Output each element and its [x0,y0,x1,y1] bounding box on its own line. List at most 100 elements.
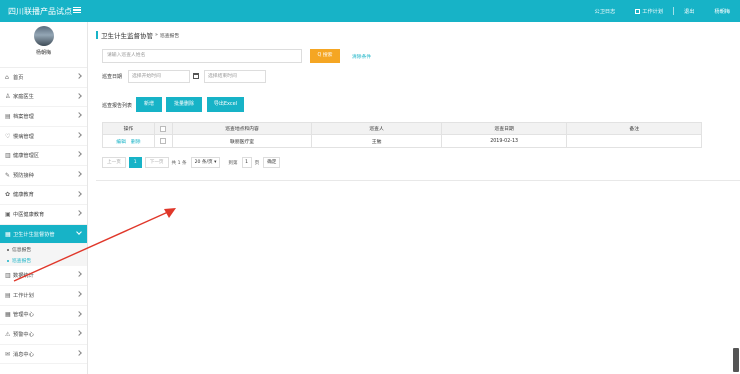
sidebar-username: 杨朝梅 [35,50,51,56]
breadcrumb: 卫生计生监督协管 » 巡查报告 [96,30,179,40]
chevron-right-icon [76,210,82,216]
calendar-icon [635,8,641,14]
records-icon: ▤ [5,112,11,120]
search-button[interactable]: Q 搜索 [310,49,340,63]
pagination: 上一页 1 下一页 共 1 条 20 条/页 ▾ 到第 1 页 确定 [102,157,281,168]
sidebar-item-label: 首页 [13,74,24,81]
row-select-cell [155,135,173,147]
add-button[interactable]: 新增 [136,97,162,112]
cell-content: 联丽医疗室 [173,135,313,147]
clear-filters-link[interactable]: 清除条件 [352,53,371,60]
sidebar: 杨朝梅 ⌂ 首页 ♙ 家庭医生 ▤ 档案管理 ♡ 慢病管理 ▥ 健康管理区 ✎ 预防接种 ✿… [0,22,88,374]
list-label: 巡查报告列表 [102,103,133,109]
app-title: 四川联播产品试点 [8,7,72,16]
scrollbar-thumb[interactable] [733,348,739,372]
sidebar-item-management[interactable]: ▦ 管理中心 [0,306,87,326]
cell-person: 王勉 [312,135,442,147]
chevron-right-icon [76,330,82,336]
avatar[interactable] [33,26,54,46]
sidebar-item-label: 预防接种 [13,172,34,179]
top-bar: 四川联播产品试点 公卫日志 工作计划 退出 杨朝梅 [0,0,740,22]
sidebar-item-label: 消息中心 [13,351,34,358]
user-label: 杨朝梅 [714,8,730,15]
goto-page-input[interactable]: 1 [241,157,252,168]
edit-link[interactable]: 编辑 [116,138,126,145]
search-input[interactable]: 请输入巡查人姓名 [102,49,302,63]
col-header-person: 巡查人 [312,123,442,134]
sidebar-item-chronic[interactable]: ♡ 慢病管理 [0,127,87,147]
apps-icon: ▦ [5,311,11,319]
work-plan-link[interactable]: 工作计划 [625,8,673,15]
next-page-button[interactable]: 下一页 [144,157,169,168]
chevron-right-icon [76,310,82,317]
chevron-right-icon [76,112,82,119]
start-date-input[interactable]: 选择开始时间 [128,70,190,83]
goto-label: 到第 [228,160,238,166]
submenu-label: 信息报告 [12,248,32,254]
page-1-button[interactable]: 1 [128,157,142,168]
flower-icon: ✿ [5,191,11,199]
notice-link[interactable]: 公卫日志 [585,8,626,15]
user-profile: 杨朝梅 [0,26,87,68]
home-icon: ⌂ [5,73,9,81]
sidebar-item-statistics[interactable]: ▥ 数据统计 [0,266,87,286]
content-divider [96,180,740,181]
select-all-checkbox[interactable] [160,125,167,132]
date-filter-label: 巡查日期 [102,74,123,80]
batch-delete-button[interactable]: 批量删除 [166,97,202,112]
sidebar-item-label: 中医健康教育 [13,211,45,218]
sidebar-item-supervision[interactable]: ▦ 卫生计生监督协管 [0,224,87,245]
col-header-remark: 备注 [629,127,640,132]
pen-icon: ✎ [5,171,11,179]
heart-icon: ♡ [5,132,11,140]
sidebar-item-label: 卫生计生监督协管 [13,231,55,238]
sidebar-item-vaccination[interactable]: ✎ 预防接种 [0,166,87,186]
calendar-icon [193,73,199,79]
submenu-item-inspection-report[interactable]: 巡查报告 [0,255,87,267]
prev-page-button[interactable]: 上一页 [102,157,126,168]
logout-link[interactable]: 退出 [674,8,704,15]
delete-link[interactable]: 删除 [131,138,141,145]
sidebar-item-label: 预警中心 [13,331,34,338]
row-checkbox[interactable] [160,138,167,144]
goto-confirm-button[interactable]: 确定 [263,157,281,168]
chevron-right-icon [76,271,82,278]
breadcrumb-marker [96,31,98,39]
breadcrumb-sub: 巡查报告 [159,33,180,39]
export-excel-button[interactable]: 导出Excel [207,97,244,112]
plan-icon: ▤ [5,291,11,299]
message-icon: ✉ [5,350,11,358]
submenu-item-info-report[interactable]: 信息报告 [0,244,87,256]
sidebar-item-label: 健康管理区 [13,153,39,160]
sidebar-item-label: 慢病管理 [13,133,34,140]
user-link[interactable]: 杨朝梅 [704,8,740,15]
work-plan-label: 工作计划 [642,8,664,15]
col-header-content: 巡查地点和内容 [173,123,313,134]
notice-label: 公卫日志 [594,8,616,15]
chevron-right-icon [76,92,82,99]
chevron-right-icon [76,349,82,356]
sidebar-item-health-edu[interactable]: ✿ 健康教育 [0,186,87,206]
sidebar-item-label: 档案管理 [13,113,34,120]
sidebar-item-messages[interactable]: ✉ 消息中心 [0,345,87,365]
col-header-op: 操作 [103,123,155,134]
page-size-select[interactable]: 20 条/页 ▾ [190,157,221,168]
sidebar-item-work-plan[interactable]: ▤ 工作计划 [0,286,87,306]
sidebar-item-family-doctor[interactable]: ♙ 家庭医生 [0,88,87,108]
menu-toggle-icon[interactable] [72,5,82,15]
sidebar-item-records[interactable]: ▤ 档案管理 [0,107,87,127]
end-date-input[interactable]: 选择结束时间 [204,70,266,83]
chevron-right-icon [76,190,82,197]
sidebar-item-home[interactable]: ⌂ 首页 [0,68,87,88]
sidebar-item-alerts[interactable]: ⚠ 预警中心 [0,325,87,345]
chevron-down-icon [76,228,82,235]
select-all-cell [155,123,173,134]
logout-label: 退出 [684,8,695,15]
page-unit: 页 [254,160,260,166]
sidebar-item-health-manage[interactable]: ▥ 健康管理区 [0,146,87,166]
table-header-row: 操作 巡查地点和内容 巡查人 巡查日期 备注 [103,123,701,135]
total-count: 共 1 条 [171,160,187,166]
sidebar-item-label: 数据统计 [13,273,34,280]
breadcrumb-current[interactable]: 卫生计生监督协管 [101,30,153,40]
sidebar-item-tcm-edu[interactable]: ▣ 中医健康教育 [0,205,87,225]
